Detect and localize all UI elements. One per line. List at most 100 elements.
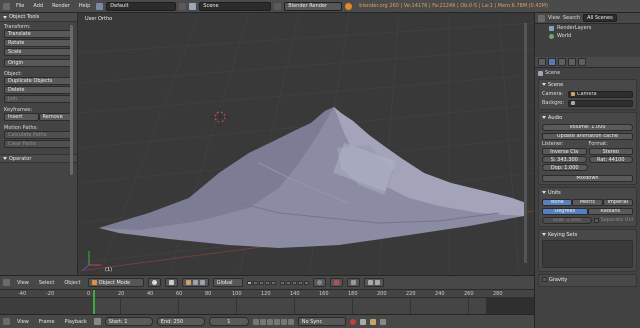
object-tab-icon[interactable] (568, 58, 576, 66)
gravity-checkbox[interactable] (542, 277, 547, 282)
separate-units-checkbox[interactable] (593, 217, 599, 223)
viewport-shading-select[interactable] (147, 278, 161, 287)
constraints-tab-icon[interactable] (578, 58, 586, 66)
layer-button[interactable] (291, 280, 297, 285)
delete-button[interactable]: Delete (4, 86, 73, 94)
close-icon[interactable] (179, 2, 187, 10)
layer-buttons[interactable] (246, 280, 276, 285)
unit-none-button[interactable]: None (542, 198, 573, 206)
scene-tab-icon[interactable] (548, 58, 556, 66)
editor-type-icon[interactable] (3, 2, 10, 10)
play-icon[interactable] (273, 318, 280, 325)
units-panel-header[interactable]: Units (539, 188, 636, 197)
insert-keyframe-button[interactable]: Insert (4, 113, 39, 121)
rate-field[interactable]: Rat: 44100 (588, 156, 633, 163)
menu-file[interactable]: File (13, 2, 27, 11)
jump-end-icon[interactable] (287, 318, 294, 325)
play-reverse-icon[interactable] (266, 318, 273, 325)
audio-panel-header[interactable]: Audio (539, 113, 636, 122)
channels-select[interactable]: Stereo (588, 148, 633, 155)
outliner-item-world[interactable]: World (535, 32, 640, 40)
translate-manipulator-icon[interactable] (185, 280, 191, 285)
layer-button[interactable] (303, 280, 309, 285)
end-frame-field[interactable]: End: 250 (156, 317, 205, 326)
scene-icon[interactable] (189, 2, 197, 10)
insert-keyframe-icon[interactable] (369, 318, 376, 325)
origin-button[interactable]: Origin (4, 59, 73, 67)
menu-add[interactable]: Add (30, 2, 46, 11)
speed-field[interactable]: S: 343.300 (542, 156, 587, 163)
rotate-button[interactable]: Rotate (4, 39, 73, 47)
layer-buttons[interactable] (279, 280, 309, 285)
menu-view[interactable]: View (14, 317, 32, 326)
background-scene-field[interactable] (568, 99, 633, 107)
prev-keyframe-icon[interactable] (259, 318, 266, 325)
layer-button[interactable] (246, 280, 252, 285)
layer-button[interactable] (264, 280, 270, 285)
remove-keyframe-button[interactable]: Remove (38, 113, 73, 121)
mountain-mesh[interactable] (99, 107, 526, 248)
menu-view[interactable]: View (548, 15, 560, 21)
keying-set-icon[interactable] (359, 318, 366, 325)
object-tools-header[interactable]: Object Tools (0, 13, 77, 22)
mode-select[interactable]: Object Mode (87, 278, 144, 287)
clear-paths-button[interactable]: Clear Paths (4, 140, 73, 148)
record-icon[interactable] (349, 318, 356, 325)
layer-button[interactable] (279, 280, 285, 285)
volume-slider[interactable]: Volume: 1.000 (542, 123, 633, 131)
menu-frame[interactable]: Frame (36, 317, 58, 326)
3d-viewport[interactable]: User Ortho (1) (79, 13, 534, 275)
snap-toggle[interactable] (329, 278, 343, 287)
degrees-button[interactable]: Degrees (542, 207, 588, 215)
menu-search[interactable]: Search (563, 15, 580, 21)
keying-sets-list[interactable] (542, 240, 633, 268)
mixdown-button[interactable]: Mixdown (542, 174, 633, 182)
keying-sets-panel-header[interactable]: Keying Sets (539, 230, 636, 239)
tool-shelf-scrollbar[interactable] (70, 25, 73, 175)
manipulator-toggles[interactable] (181, 278, 209, 287)
screen-layout-icon[interactable] (96, 2, 104, 10)
viewport-scrollbar[interactable] (524, 23, 527, 263)
operator-panel-header[interactable]: Operator (0, 154, 77, 163)
pivot-point-select[interactable] (164, 278, 178, 287)
preview-range-icon[interactable] (93, 318, 101, 325)
layer-button[interactable] (285, 280, 291, 285)
menu-playback[interactable]: Playback (61, 317, 89, 326)
menu-view[interactable]: View (14, 278, 32, 287)
opengl-render-buttons[interactable] (363, 278, 384, 287)
distance-model-select[interactable]: Inverse Cla (542, 148, 587, 155)
layer-button[interactable] (252, 280, 258, 285)
calculate-paths-button[interactable]: Calculate Paths (4, 131, 73, 139)
rotate-manipulator-icon[interactable] (192, 280, 198, 285)
viewport-canvas[interactable] (79, 13, 534, 275)
radians-button[interactable]: Radians (587, 207, 633, 215)
outliner-item-renderlayers[interactable]: RenderLayers (535, 24, 640, 32)
camera-field[interactable]: Camera (568, 90, 633, 98)
menu-select[interactable]: Select (36, 278, 57, 287)
unit-scale-field[interactable]: Scal: 1.000 (542, 216, 592, 224)
duplicate-objects-button[interactable]: Duplicate Objects (4, 77, 73, 85)
transform-orientation-select[interactable]: Global (212, 278, 243, 287)
delete-keyframe-icon[interactable] (379, 318, 386, 325)
scale-button[interactable]: Scale (4, 48, 73, 56)
next-keyframe-icon[interactable] (280, 318, 287, 325)
layer-button[interactable] (258, 280, 264, 285)
current-frame-field[interactable]: 1 (208, 317, 249, 326)
jump-start-icon[interactable] (252, 318, 259, 325)
scene-panel-header[interactable]: Scene (539, 80, 636, 89)
3d-cursor-icon[interactable] (211, 108, 229, 126)
layer-button[interactable] (297, 280, 303, 285)
menu-render[interactable]: Render (49, 2, 73, 11)
unit-metric-button[interactable]: Metric (572, 198, 603, 206)
doppler-field[interactable]: Dop: 1.000 (542, 164, 588, 171)
sync-mode-select[interactable]: No Sync (297, 317, 346, 326)
scale-manipulator-icon[interactable] (199, 280, 205, 285)
outliner-filter-select[interactable]: All Scenes (583, 14, 617, 22)
menu-help[interactable]: Help (76, 2, 93, 11)
proportional-edit-select[interactable] (312, 278, 326, 287)
timeline-editor[interactable]: -40 -20 0 20 40 60 80 100 120 140 160 18… (0, 289, 534, 315)
unit-imperial-button[interactable]: Imperial (602, 198, 633, 206)
translate-button[interactable]: Translate (4, 30, 73, 38)
world-tab-icon[interactable] (558, 58, 566, 66)
gravity-panel-header[interactable]: Gravity (539, 275, 636, 284)
